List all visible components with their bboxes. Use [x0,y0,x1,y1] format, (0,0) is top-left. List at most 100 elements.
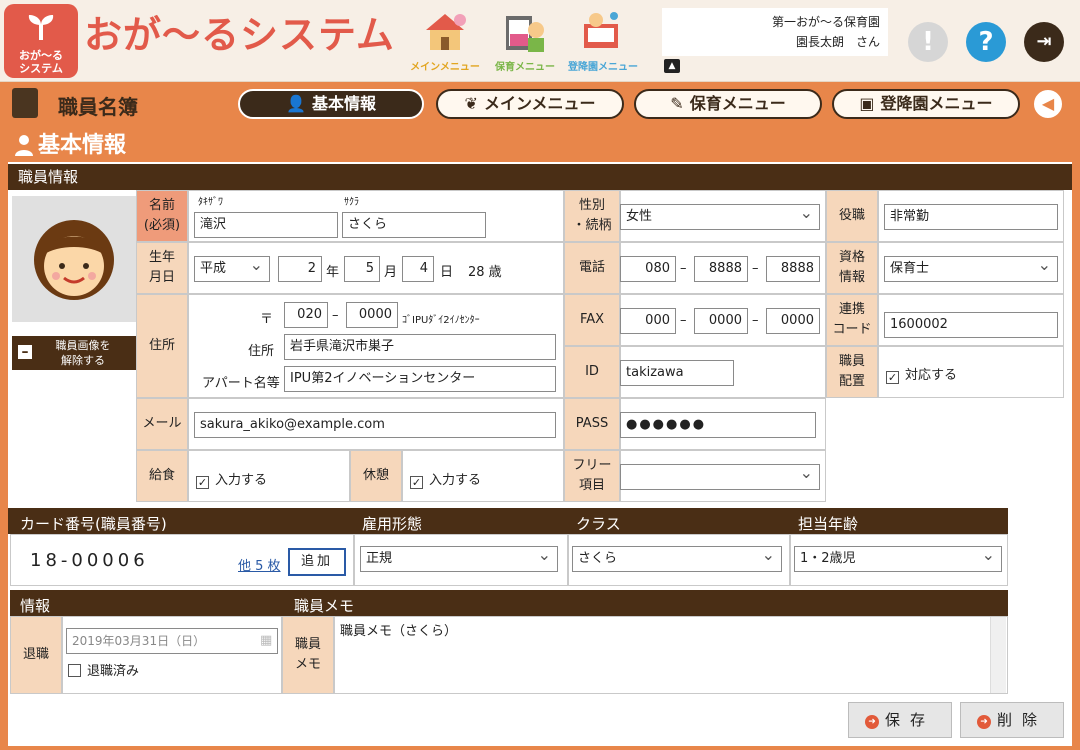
id-input[interactable]: takizawa [620,360,734,386]
meal-label: 給食 [136,450,188,502]
pass-label: PASS [564,398,620,450]
name-label: 名前 (必須) [136,190,188,242]
fax-1-input[interactable]: 000 [620,308,676,334]
caret-up-icon[interactable]: ▲ [664,59,680,73]
link-code-label-line2: コード [832,322,872,337]
month-unit: 月 [384,265,398,280]
notification-icon[interactable]: ! [908,22,948,62]
app-logo[interactable]: おが～る システム [4,4,78,78]
add-card-button[interactable]: 追加 [288,548,346,576]
birth-label-line2: 月日 [148,270,175,285]
calendar-child-icon [506,16,544,52]
age-header: 担当年齢 [798,515,859,533]
fax-3-input[interactable]: 0000 [766,308,820,334]
password-input[interactable]: ●●●●●● [620,412,816,438]
phone-3-input[interactable]: 8888 [766,256,820,282]
save-button[interactable]: ➜ 保存 [848,702,952,738]
tab-basic-info[interactable]: 👤 基本情報 [238,89,424,119]
employment-select[interactable]: 正規 [360,546,558,572]
main-content: 基本情報 職員情報 – 職員画像を 解除する 名前 (必須) ﾀｷｻﾞﾜ ｻｸﾗ… [8,130,1072,746]
tab-attendance-menu[interactable]: ▣ 登降園メニュー [832,89,1020,119]
age-range-select[interactable]: 1・2歳児 [794,546,1002,572]
attendance-menu-nav-icon[interactable]: 登降園メニュー [568,8,638,74]
class-header: クラス [576,515,621,533]
apartment-label: アパート名等 [202,376,280,391]
facility-name: 第一おが～る保育園 [771,15,880,29]
fax-2-input[interactable]: 0000 [694,308,748,334]
class-select[interactable]: さくら [572,546,782,572]
fax-dash-2: – [752,313,759,328]
break-checkbox[interactable]: ✓ 入力する [410,469,481,489]
age-text: 28 歳 [468,265,502,280]
memo-scrollbar[interactable] [990,617,1006,693]
break-checkbox-label: 入力する [429,473,482,488]
placement-checkbox[interactable]: ✓ 対応する [886,364,957,384]
retire-date-input[interactable]: 2019年03月31日（日） [66,628,278,654]
license-label-line2: 情報 [838,270,865,285]
retired-checkbox[interactable]: 退職済み [68,660,139,679]
postal-mark: 〒 [260,312,274,327]
retire-label: 退職 [10,616,62,694]
address-input[interactable]: 岩手県滝沢市巣子 [284,334,556,360]
link-code-label: 連携 コード [826,294,878,346]
delete-button[interactable]: ➜ 削除 [960,702,1064,738]
fax-dash-1: – [680,313,687,328]
tab-main-menu[interactable]: ❦ メインメニュー [436,89,624,119]
tab-childcare-menu[interactable]: ✎ 保育メニュー [634,89,822,119]
kana-last: ﾀｷｻﾞﾜ [198,197,223,208]
logout-icon[interactable]: ⇥ [1024,22,1064,62]
unset-label-line1: 職員画像を [55,339,111,352]
email-input[interactable]: sakura_akiko@example.com [194,412,556,438]
era-select[interactable]: 平成 [194,256,270,282]
logo-text: おが～る システム [19,49,63,75]
apartment-input[interactable]: IPU第2イノベーションセンター [284,366,556,392]
phone-2-input[interactable]: 8888 [694,256,748,282]
sprout-small-icon: ❦ [464,94,478,113]
section-header: 基本情報 [8,130,1072,162]
save-label: 保存 [884,711,935,729]
year-unit: 年 [326,265,340,280]
user-name: 園長太朗 さん [795,35,880,49]
phone-1-input[interactable]: 080 [620,256,676,282]
gender-label-line2: ・続柄 [572,218,612,233]
meal-checkbox[interactable]: ✓ 入力する [196,469,267,489]
calendar-icon[interactable]: ▦ [260,633,272,648]
pencil-icon: ✎ [670,94,684,113]
birth-day-input[interactable]: 4 [402,256,434,282]
gender-select[interactable]: 女性 [620,204,820,230]
memo-label-line2: メモ [294,657,321,672]
link-code-input[interactable]: 1600002 [884,312,1058,338]
license-label: 資格 情報 [826,242,878,294]
birth-year-input[interactable]: 2 [278,256,322,282]
position-input[interactable]: 非常勤 [884,204,1058,230]
person-icon: 👤 [286,94,306,113]
card-number: 18-00006 [30,550,149,571]
first-name-input[interactable]: さくら [342,212,486,238]
childcare-menu-nav-icon[interactable]: 保育メニュー [490,8,560,74]
last-name-input[interactable]: 滝沢 [194,212,338,238]
top-header: おが～る システム おが～るシステム メインメニュー 保育メニュー 登降園メニュー [0,0,1080,82]
book-icon [12,88,38,118]
free-label: フリー 項目 [564,450,620,502]
birth-month-input[interactable]: 5 [344,256,380,282]
tab-label: メインメニュー [483,94,596,113]
meal-checkbox-label: 入力する [215,473,268,488]
help-icon[interactable]: ? [966,22,1006,62]
mail-label: メール [136,398,188,450]
postal-hint: ｺﾞIPUﾀﾞｲ2ｲﾉｾﾝﾀｰ [402,315,480,326]
link-code-label-line1: 連携 [838,302,865,317]
postal-code-1-input[interactable]: 020 [284,302,328,328]
main-menu-nav-icon[interactable]: メインメニュー [410,8,480,74]
postal-code-2-input[interactable]: 0000 [346,302,398,328]
other-cards-link[interactable]: 他 5 枚 [238,555,281,574]
person-icon [14,134,34,166]
free-item-select[interactable] [620,464,820,490]
house-icon [426,14,466,50]
back-arrow-icon[interactable]: ◀ [1032,88,1064,120]
app-title: おが～るシステム [84,13,395,57]
delete-label: 削除 [996,711,1047,729]
license-select[interactable]: 保育士 [884,256,1058,282]
arrow-circle-icon: ➜ [864,715,879,729]
arrow-circle-icon: ➜ [976,715,991,729]
unset-photo-button[interactable]: – 職員画像を 解除する [12,336,136,370]
